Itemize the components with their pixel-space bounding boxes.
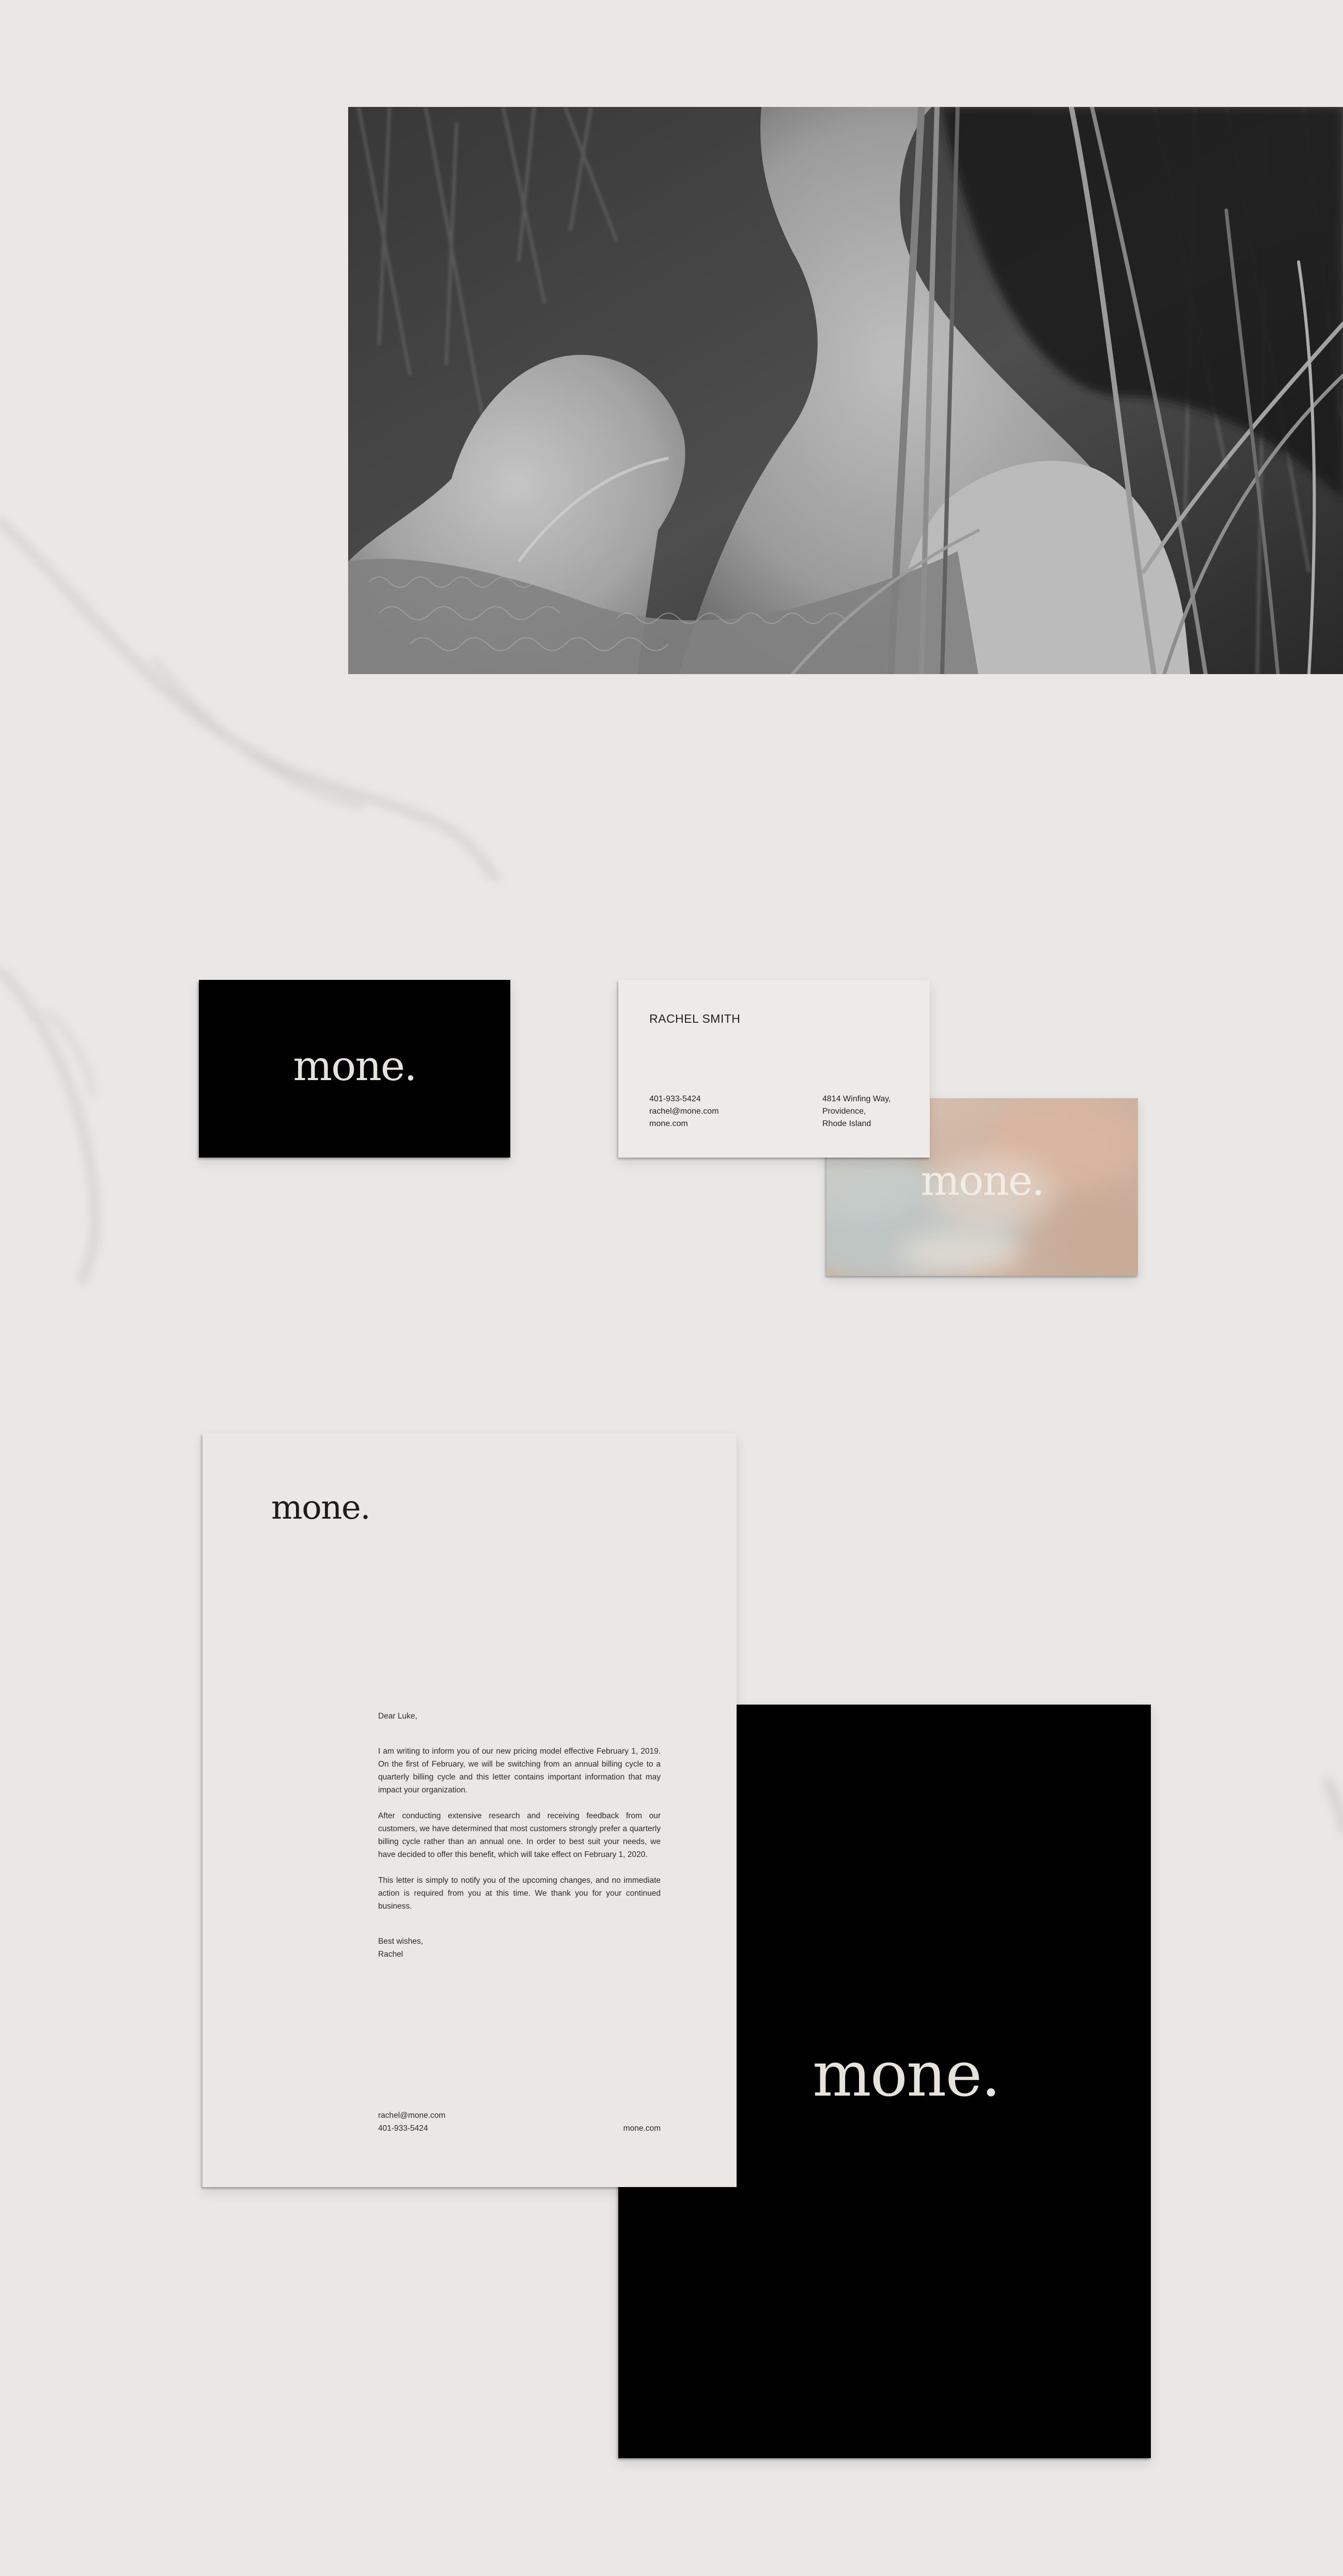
- hero-photo: [348, 107, 1343, 674]
- card-phone: 401-933-5424: [649, 1095, 701, 1103]
- business-card-contact: RACHEL SMITH 401-933-5424 rachel@mone.co…: [618, 980, 930, 1158]
- letter-footer-phone: 401-933-5424: [378, 2124, 428, 2133]
- letter-paragraph: After conducting extensive research and …: [378, 1812, 661, 1859]
- letter-signoff: Best wishes, Rachel: [378, 1935, 661, 1961]
- card-website: mone.com: [649, 1119, 688, 1128]
- card-address-line: Rhode Island: [822, 1119, 871, 1128]
- card-address-line: Providence,: [822, 1107, 866, 1116]
- letter-paragraph: I am writing to inform you of our new pr…: [378, 1747, 661, 1794]
- letter-closing: Best wishes,: [378, 1937, 424, 1946]
- letter-footer-email: rachel@mone.com: [378, 2111, 446, 2120]
- card-address-line: 4814 Winfing Way,: [822, 1095, 891, 1103]
- business-card-black: mone.: [199, 980, 510, 1158]
- brand-logo: mone.: [813, 2039, 1001, 2111]
- card-contact-block: 401-933-5424 rachel@mone.com mone.com: [649, 1093, 719, 1130]
- card-email: rachel@mone.com: [649, 1107, 719, 1116]
- brand-logo: mone.: [271, 1489, 371, 1527]
- letter-paragraph: This letter is simply to notify you of t…: [378, 1876, 661, 1911]
- card-address-block: 4814 Winfing Way, Providence, Rhode Isla…: [822, 1093, 891, 1130]
- card-name: RACHEL SMITH: [649, 1012, 741, 1025]
- letter-footer-website: mone.com: [623, 2124, 661, 2133]
- letter-greeting: Dear Luke,: [378, 1712, 417, 1721]
- brand-logo: mone.: [293, 1042, 417, 1090]
- letter-footer-contact: rachel@mone.com 401-933-5424: [378, 2109, 445, 2135]
- letter-body: Dear Luke, I am writing to inform you of…: [378, 1710, 661, 1961]
- letterhead: mone. Dear Luke, I am writing to inform …: [202, 1433, 737, 2187]
- brand-logo: mone.: [920, 1157, 1044, 1205]
- portrait-photo-icon: [348, 107, 1343, 674]
- letter-signature: Rachel: [378, 1950, 403, 1959]
